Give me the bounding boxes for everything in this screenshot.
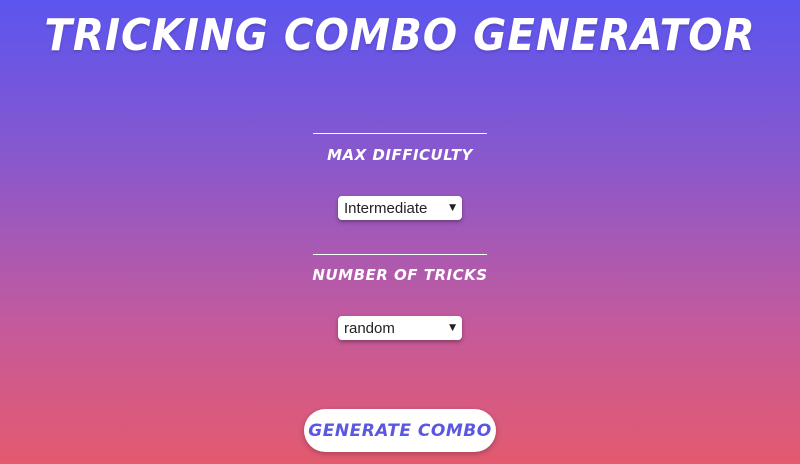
number-of-tricks-label: NUMBER OF TRICKS <box>312 266 488 284</box>
generate-combo-label: GENERATE COMBO <box>308 420 492 441</box>
caret-down-icon: ▼ <box>449 323 456 333</box>
divider <box>313 133 487 134</box>
page-title: TRICKING COMBO GENERATOR <box>44 10 756 61</box>
difficulty-select-value: Intermediate <box>344 199 428 217</box>
max-difficulty-label: MAX DIFFICULTY <box>327 146 473 164</box>
number-of-tricks-select-value: random <box>344 319 395 337</box>
number-of-tricks-select[interactable]: random ▼ <box>338 316 462 340</box>
divider <box>313 254 487 255</box>
caret-down-icon: ▼ <box>449 203 456 213</box>
difficulty-select[interactable]: Intermediate ▼ <box>338 196 462 220</box>
generate-combo-button[interactable]: GENERATE COMBO <box>304 409 496 452</box>
